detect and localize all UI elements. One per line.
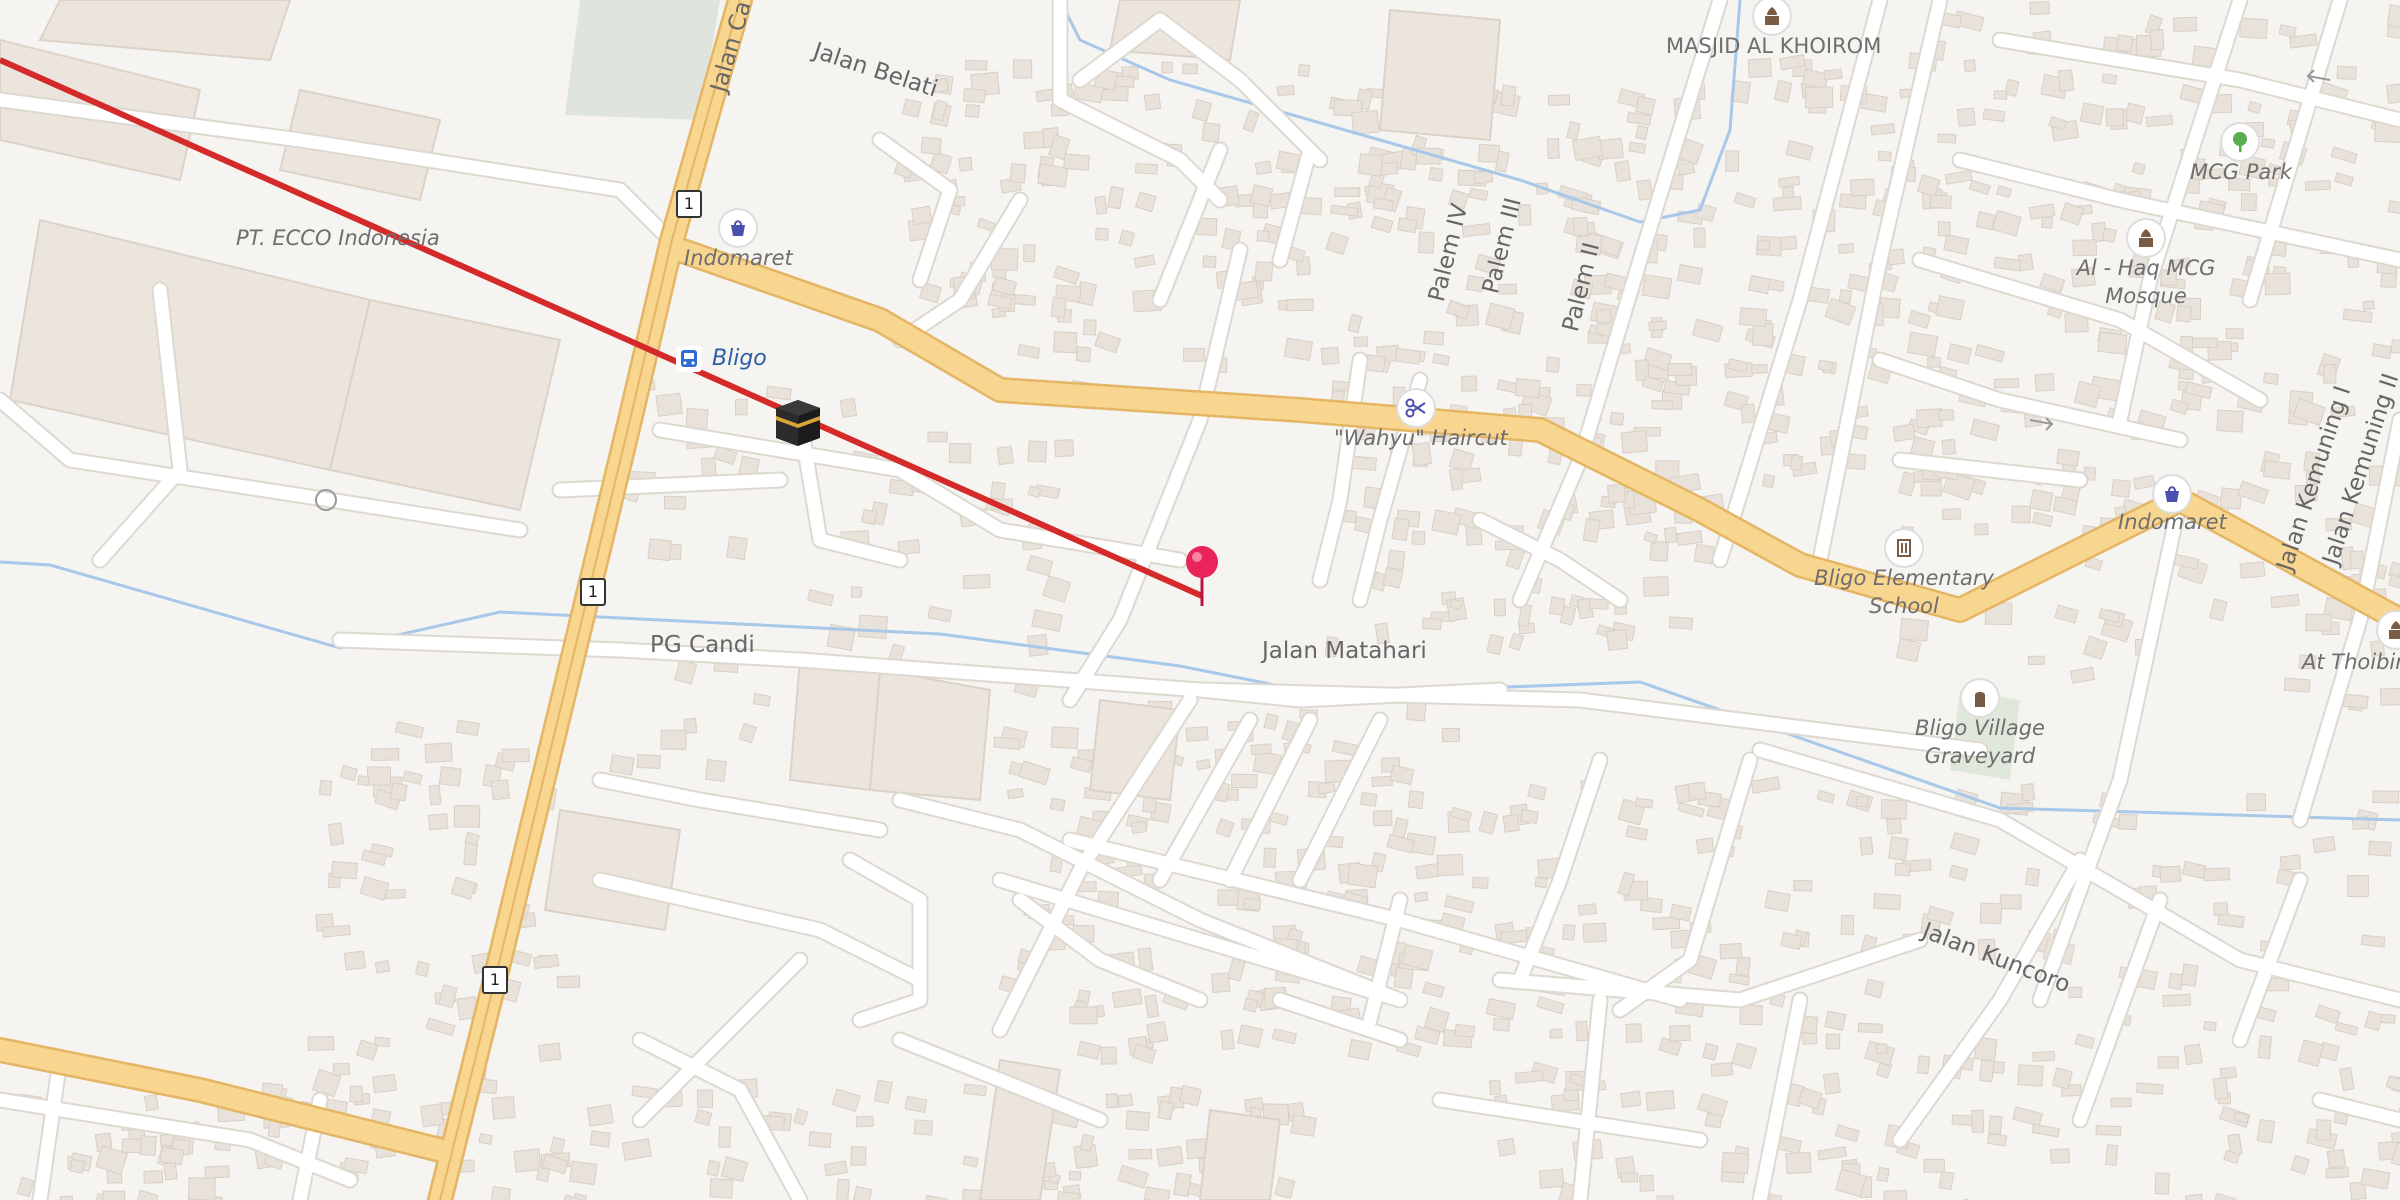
- poi-label-at-thoibin[interactable]: At Thoibin: [2302, 648, 2400, 676]
- bus-stop-icon[interactable]: [676, 346, 702, 372]
- kaaba-qibla-icon[interactable]: [770, 394, 826, 450]
- park-tree-icon[interactable]: [2222, 124, 2258, 160]
- poi-label-line: Bligo Village: [1915, 716, 2045, 740]
- transit-label-bligo[interactable]: Bligo: [712, 346, 767, 371]
- poi-label-mcg-park[interactable]: MCG Park: [2190, 158, 2292, 186]
- location-pin-icon[interactable]: [1180, 544, 1224, 608]
- poi-label-line: Graveyard: [1924, 744, 2036, 768]
- poi-label-masjid-al-khoirom[interactable]: MASJID AL KHOIROM: [1666, 32, 1881, 60]
- route-1-shield: 1: [676, 190, 702, 218]
- map-canvas[interactable]: 1 1 1 Jalan Belati Jalan Ca PG Candi Jal…: [0, 0, 2400, 1200]
- route-1-shield: 1: [580, 578, 606, 606]
- poi-label-line: Al - Haq MCG: [2076, 256, 2216, 280]
- poi-label-wahyu-haircut[interactable]: "Wahyu" Haircut: [1334, 424, 1508, 452]
- shopping-bag-icon[interactable]: [720, 210, 756, 246]
- school-icon[interactable]: [1886, 530, 1922, 566]
- street-label-pg-candi: PG Candi: [650, 632, 755, 658]
- poi-label-bligo-elementary-school[interactable]: Bligo Elementary School: [1812, 564, 1996, 620]
- mosque-icon[interactable]: [2128, 220, 2164, 256]
- shopping-bag-icon[interactable]: [2154, 476, 2190, 512]
- scissors-icon[interactable]: [1398, 390, 1434, 426]
- poi-label-pt-ecco[interactable]: PT. ECCO Indonesia: [236, 224, 440, 252]
- route-1-shield: 1: [482, 966, 508, 994]
- street-label-jalan-matahari: Jalan Matahari: [1262, 638, 1427, 664]
- poi-label-line: School: [1869, 594, 1939, 618]
- poi-label-bligo-village-graveyard[interactable]: Bligo Village Graveyard: [1900, 714, 2060, 770]
- poi-label-line: Mosque: [2105, 284, 2187, 308]
- poi-label-indomaret[interactable]: Indomaret: [684, 244, 793, 272]
- poi-label-line: Bligo Elementary: [1814, 566, 1994, 590]
- poi-label-al-haq-mosque[interactable]: Al - Haq MCG Mosque: [2072, 254, 2220, 310]
- green-area: [565, 0, 720, 120]
- graveyard-icon[interactable]: [1962, 680, 1998, 716]
- poi-label-indomaret[interactable]: Indomaret: [2118, 508, 2227, 536]
